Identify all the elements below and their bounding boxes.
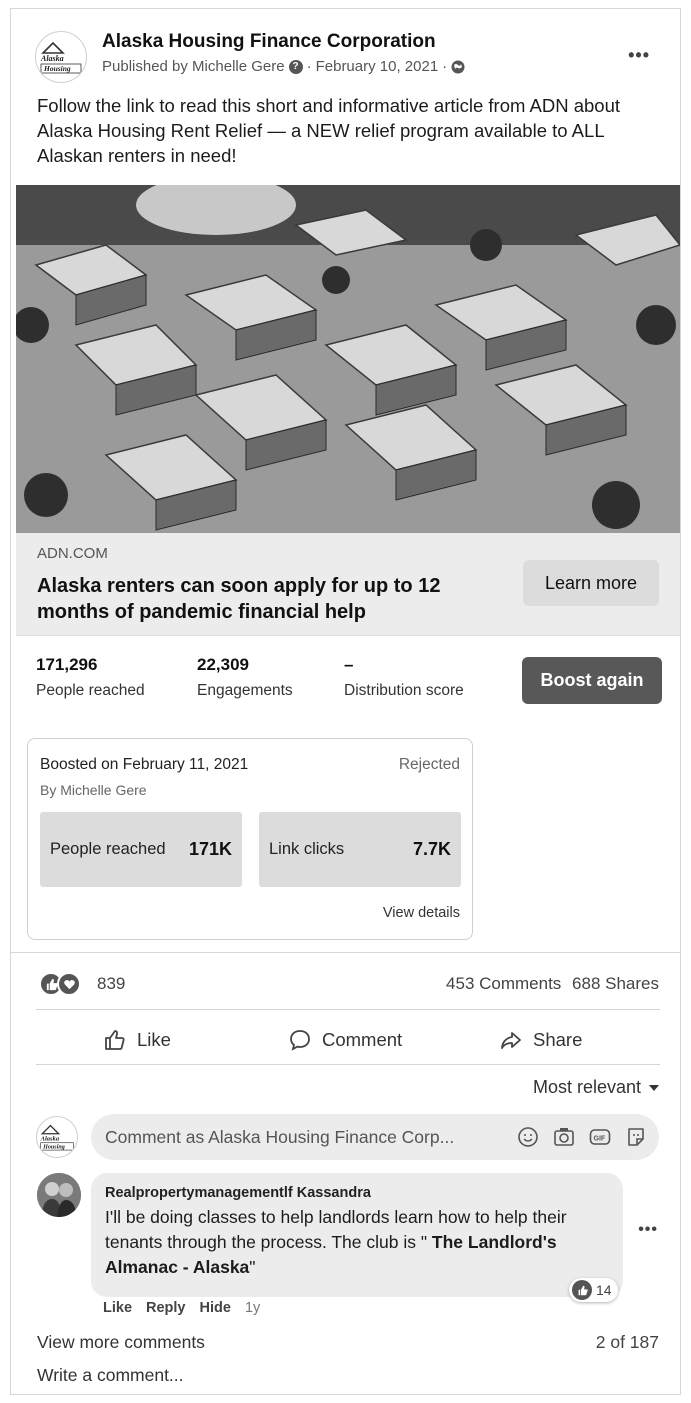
post-meta: Published by Michelle Gere ? · February … [102, 58, 465, 75]
commenter-photo [37, 1173, 81, 1217]
divider [36, 1064, 660, 1065]
like-label: Like [137, 1029, 171, 1050]
comment-page-count: 2 of 187 [595, 1332, 659, 1352]
comment-share-counts: 453 Comments 688 Shares [446, 974, 659, 994]
love-reaction-icon [57, 972, 81, 996]
write-comment-input[interactable]: Write a comment... [37, 1365, 184, 1386]
neighborhood-photo [16, 185, 680, 533]
boost-date: Boosted on February 11, 2021 [40, 756, 249, 773]
reaction-count[interactable]: 839 [97, 974, 125, 994]
distribution-score-value: – [344, 655, 354, 674]
page-name[interactable]: Alaska Housing Finance Corporation [102, 31, 436, 53]
comment-time[interactable]: 1y [245, 1300, 260, 1316]
post-card: Alaska Housing Alaska Housing Finance Co… [10, 8, 681, 1395]
comment-input-placeholder: Comment as Alaska Housing Finance Corp..… [105, 1127, 455, 1147]
view-details-link[interactable]: View details [383, 905, 460, 921]
post-date[interactable]: February 10, 2021 [316, 58, 439, 75]
sort-label: Most relevant [532, 1077, 641, 1097]
divider [36, 1009, 660, 1010]
comment-input-tools: GIF [517, 1126, 647, 1148]
share-button[interactable]: Share [499, 1022, 582, 1058]
page-avatar[interactable]: Alaska Housing [35, 31, 87, 83]
comment-text: I'll be doing classes to help landlords … [105, 1207, 567, 1277]
post-text: Follow the link to read this short and i… [37, 95, 621, 166]
boost-again-button[interactable]: Boost again [522, 657, 662, 704]
shares-count[interactable]: 688 Shares [572, 974, 659, 993]
engagements-label: Engagements [197, 682, 293, 699]
comment-reactions[interactable]: 14 [569, 1278, 618, 1302]
comment-button[interactable]: Comment [288, 1022, 402, 1058]
comment-hide-link[interactable]: Hide [200, 1300, 231, 1316]
comment-author[interactable]: Realpropertymanagementlf Kassandra [105, 1185, 371, 1201]
people-reached-label: People reached [36, 682, 145, 699]
link-preview[interactable]: ADN.COM Alaska renters can soon apply fo… [16, 533, 680, 636]
comment-actions: Like Reply Hide 1y [103, 1300, 260, 1316]
boost-summary-card: Boosted on February 11, 2021 Rejected By… [27, 738, 473, 940]
comment-sort-dropdown[interactable]: Most relevant [533, 1077, 659, 1098]
emoji-icon[interactable] [517, 1126, 539, 1148]
svg-text:GIF: GIF [594, 1136, 606, 1143]
tile-label: People reached [50, 840, 166, 858]
commenter-page-avatar[interactable]: Alaska Housing [36, 1116, 78, 1158]
like-reaction-icon [572, 1280, 592, 1300]
link-title[interactable]: Alaska renters can soon apply for up to … [37, 573, 497, 625]
published-by[interactable]: Published by Michelle Gere [102, 58, 285, 75]
tile-value: 171K [188, 839, 232, 859]
page-logo-icon: Alaska Housing [40, 1124, 74, 1150]
help-icon[interactable]: ? [288, 59, 303, 74]
post-options-button[interactable]: ••• [628, 45, 650, 66]
sticker-icon[interactable] [625, 1126, 647, 1148]
logo-text-1: Alaska [40, 1135, 60, 1142]
like-button[interactable]: Like [103, 1022, 171, 1058]
tile-value: 7.7K [412, 839, 451, 859]
logo-text-2: Housing [42, 1144, 65, 1150]
people-reached-tile: People reached 171K [40, 812, 242, 887]
boost-status: Rejected [398, 756, 460, 773]
divider [11, 952, 680, 953]
share-label: Share [533, 1029, 583, 1050]
gif-icon[interactable]: GIF [589, 1126, 611, 1148]
comments-count[interactable]: 453 Comments [446, 974, 561, 993]
comment-options-button[interactable]: ••• [638, 1221, 658, 1239]
caret-down-icon [649, 1084, 659, 1091]
link-domain: ADN.COM [37, 545, 108, 562]
engagements-value: 22,309 [197, 655, 249, 674]
camera-icon[interactable] [553, 1126, 575, 1148]
tile-label: Link clicks [269, 840, 345, 858]
comment-bubble: Realpropertymanagementlf Kassandra I'll … [91, 1173, 623, 1297]
share-arrow-icon [501, 1032, 521, 1049]
comment-reply-link[interactable]: Reply [146, 1300, 186, 1316]
people-reached-value: 171,296 [36, 655, 98, 674]
learn-more-button[interactable]: Learn more [523, 560, 659, 606]
speech-bubble-icon [290, 1030, 310, 1051]
commenter-avatar[interactable] [37, 1173, 81, 1217]
comment-like-link[interactable]: Like [103, 1300, 132, 1316]
post-image[interactable] [16, 185, 680, 533]
link-clicks-tile: Link clicks 7.7K [259, 812, 461, 887]
distribution-score-label: Distribution score [344, 682, 464, 699]
comment-label: Comment [322, 1029, 403, 1050]
view-more-comments-link[interactable]: View more comments [37, 1332, 205, 1353]
boost-by: By Michelle Gere [40, 782, 147, 798]
logo-text-1: Alaska [40, 54, 64, 63]
page-logo-icon: Alaska Housing [40, 41, 82, 74]
reaction-icons[interactable] [39, 972, 81, 996]
thumbs-up-icon [105, 1030, 125, 1050]
logo-text-2: Housing [43, 64, 71, 73]
globe-icon[interactable] [451, 60, 465, 74]
comment-input[interactable]: Comment as Alaska Housing Finance Corp..… [91, 1114, 659, 1160]
comment-reaction-count: 14 [596, 1282, 612, 1298]
